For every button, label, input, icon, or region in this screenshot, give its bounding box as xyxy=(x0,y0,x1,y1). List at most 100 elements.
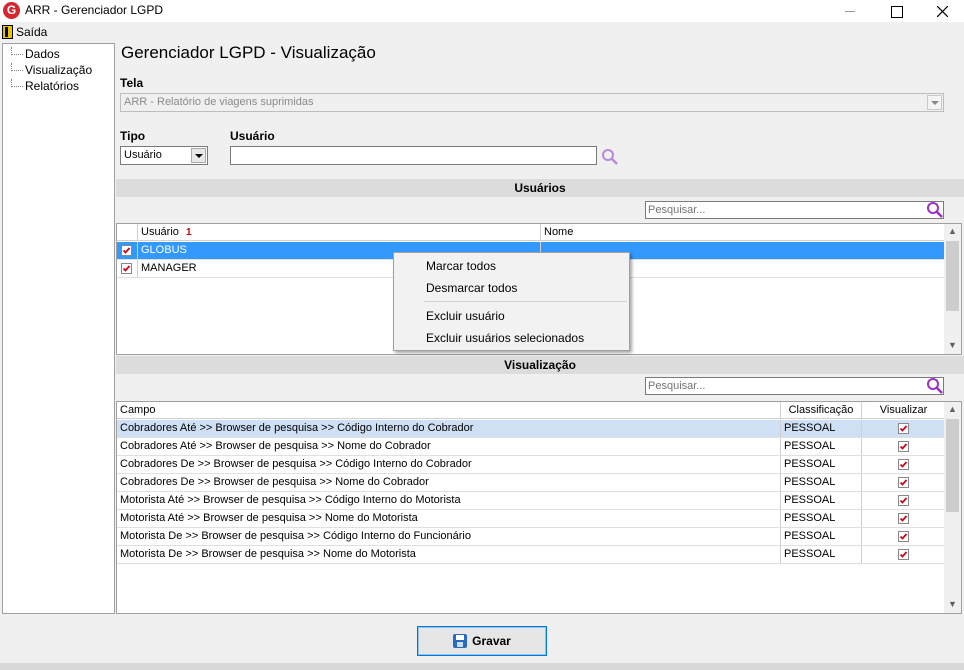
row-checkbox[interactable] xyxy=(121,245,132,256)
classificacao-cell: PESSOAL xyxy=(781,456,862,473)
scroll-down-icon[interactable]: ▼ xyxy=(948,340,957,350)
column-header-usuario[interactable]: Usuário 1 xyxy=(138,224,541,241)
search-icon[interactable] xyxy=(926,377,944,395)
sidebar-item-label: Dados xyxy=(25,47,60,61)
table-row[interactable]: Motorista Até >> Browser de pesquisa >> … xyxy=(117,492,945,510)
sidebar-item-label: Visualização xyxy=(25,63,93,77)
visualizar-checkbox[interactable] xyxy=(898,423,909,434)
row-checkbox-cell xyxy=(117,260,138,277)
visualizar-checkbox[interactable] xyxy=(898,495,909,506)
users-grid-header: Usuário 1 Nome xyxy=(117,224,945,241)
checkmark-icon xyxy=(122,265,131,272)
sidebar-item-dados[interactable]: Dados xyxy=(11,46,60,62)
search-icon[interactable] xyxy=(601,148,619,166)
table-row[interactable]: Cobradores Até >> Browser de pesquisa >>… xyxy=(117,438,945,456)
save-button[interactable]: Gravar xyxy=(417,626,547,656)
floppy-disk-icon xyxy=(453,634,468,648)
checkmark-icon xyxy=(899,443,908,450)
table-row[interactable]: Motorista De >> Browser de pesquisa >> N… xyxy=(117,546,945,564)
campo-cell: Cobradores Até >> Browser de pesquisa >>… xyxy=(117,438,781,455)
view-grid-header: Campo Classificação Visualizar xyxy=(117,402,945,419)
campo-cell: Cobradores Até >> Browser de pesquisa >>… xyxy=(117,420,781,437)
checkmark-icon xyxy=(899,461,908,468)
visualizar-checkbox[interactable] xyxy=(898,477,909,488)
table-row[interactable]: Motorista De >> Browser de pesquisa >> C… xyxy=(117,528,945,546)
tipo-label: Tipo xyxy=(120,129,146,143)
save-label: Gravar xyxy=(472,634,511,648)
visualizar-cell xyxy=(862,420,945,437)
usuario-label: Usuário xyxy=(230,129,275,143)
exit-label: Saída xyxy=(16,25,48,39)
table-row[interactable]: Cobradores De >> Browser de pesquisa >> … xyxy=(117,474,945,492)
view-scrollbar[interactable]: ▲ ▼ xyxy=(944,402,961,613)
maximize-button[interactable] xyxy=(873,0,919,22)
menu-item-excluir-selecionados[interactable]: Excluir usuários selecionados xyxy=(426,327,584,349)
classificacao-cell: PESSOAL xyxy=(781,420,862,437)
row-checkbox[interactable] xyxy=(121,263,132,274)
row-checkbox-cell xyxy=(117,242,138,259)
menu-item-marcar-todos[interactable]: Marcar todos xyxy=(426,255,496,277)
exit-door-icon xyxy=(2,25,13,39)
users-scrollbar[interactable]: ▲ ▼ xyxy=(944,224,961,354)
checkbox-column-header xyxy=(117,224,138,241)
scroll-thumb[interactable] xyxy=(946,419,959,512)
checkmark-icon xyxy=(899,551,908,558)
usuario-input[interactable] xyxy=(230,146,597,165)
visualizar-checkbox[interactable] xyxy=(898,513,909,524)
classificacao-cell: PESSOAL xyxy=(781,528,862,545)
tipo-value: Usuário xyxy=(124,149,162,161)
classificacao-cell: PESSOAL xyxy=(781,546,862,563)
tela-value: ARR - Relatório de viagens suprimidas xyxy=(124,96,314,108)
status-bar xyxy=(0,663,964,670)
campo-cell: Motorista Até >> Browser de pesquisa >> … xyxy=(117,492,781,509)
visualizar-checkbox[interactable] xyxy=(898,459,909,470)
sidebar-item-label: Relatórios xyxy=(25,79,80,93)
tipo-select[interactable]: Usuário xyxy=(120,146,208,165)
column-header-campo[interactable]: Campo xyxy=(117,402,781,419)
sidebar-item-visualizacao[interactable]: Visualização xyxy=(11,62,92,78)
page-title: Gerenciador LGPD - Visualização xyxy=(121,43,376,62)
view-search-input[interactable] xyxy=(645,377,944,395)
classificacao-cell: PESSOAL xyxy=(781,510,862,527)
visualizar-cell xyxy=(862,510,945,527)
visualizar-checkbox[interactable] xyxy=(898,549,909,560)
table-row[interactable]: Motorista Até >> Browser de pesquisa >> … xyxy=(117,510,945,528)
visualizar-checkbox[interactable] xyxy=(898,531,909,542)
tela-select[interactable]: ARR - Relatório de viagens suprimidas xyxy=(120,93,944,112)
visualizar-cell xyxy=(862,438,945,455)
table-row[interactable]: Cobradores De >> Browser de pesquisa >> … xyxy=(117,456,945,474)
column-header-classificacao[interactable]: Classificação xyxy=(781,402,862,419)
title-bar: G ARR - Gerenciador LGPD xyxy=(0,0,964,22)
app-logo-icon: G xyxy=(3,2,20,19)
scroll-up-icon[interactable]: ▲ xyxy=(948,404,957,414)
close-button[interactable] xyxy=(919,0,964,22)
window-title: ARR - Gerenciador LGPD xyxy=(25,3,164,17)
exit-menu-item[interactable]: Saída xyxy=(2,24,47,40)
visualizar-checkbox[interactable] xyxy=(898,441,909,452)
checkmark-icon xyxy=(899,497,908,504)
search-icon[interactable] xyxy=(926,201,944,219)
column-header-visualizar[interactable]: Visualizar xyxy=(862,402,945,419)
visualizar-cell xyxy=(862,456,945,473)
checkmark-icon xyxy=(899,425,908,432)
sidebar-item-relatorios[interactable]: Relatórios xyxy=(11,78,79,94)
minimize-button[interactable] xyxy=(827,0,873,22)
column-header-nome[interactable]: Nome xyxy=(541,224,945,241)
menu-bar: Saída xyxy=(0,22,964,42)
classificacao-cell: PESSOAL xyxy=(781,438,862,455)
scroll-down-icon[interactable]: ▼ xyxy=(948,599,957,609)
menu-item-desmarcar-todos[interactable]: Desmarcar todos xyxy=(426,277,517,299)
visualizar-cell xyxy=(862,474,945,491)
sidebar-tree: Dados Visualização Relatórios xyxy=(2,43,115,614)
scroll-thumb[interactable] xyxy=(946,241,959,311)
table-row[interactable]: Cobradores Até >> Browser de pesquisa >>… xyxy=(117,420,945,438)
view-grid: Campo Classificação Visualizar Cobradore… xyxy=(116,401,962,614)
menu-item-excluir-usuario[interactable]: Excluir usuário xyxy=(426,305,505,327)
scroll-up-icon[interactable]: ▲ xyxy=(948,226,957,236)
visualizar-cell xyxy=(862,546,945,563)
chevron-down-icon xyxy=(927,95,942,110)
checkmark-icon xyxy=(899,533,908,540)
users-search-input[interactable] xyxy=(645,201,944,219)
visualizar-cell xyxy=(862,528,945,545)
campo-cell: Cobradores De >> Browser de pesquisa >> … xyxy=(117,456,781,473)
